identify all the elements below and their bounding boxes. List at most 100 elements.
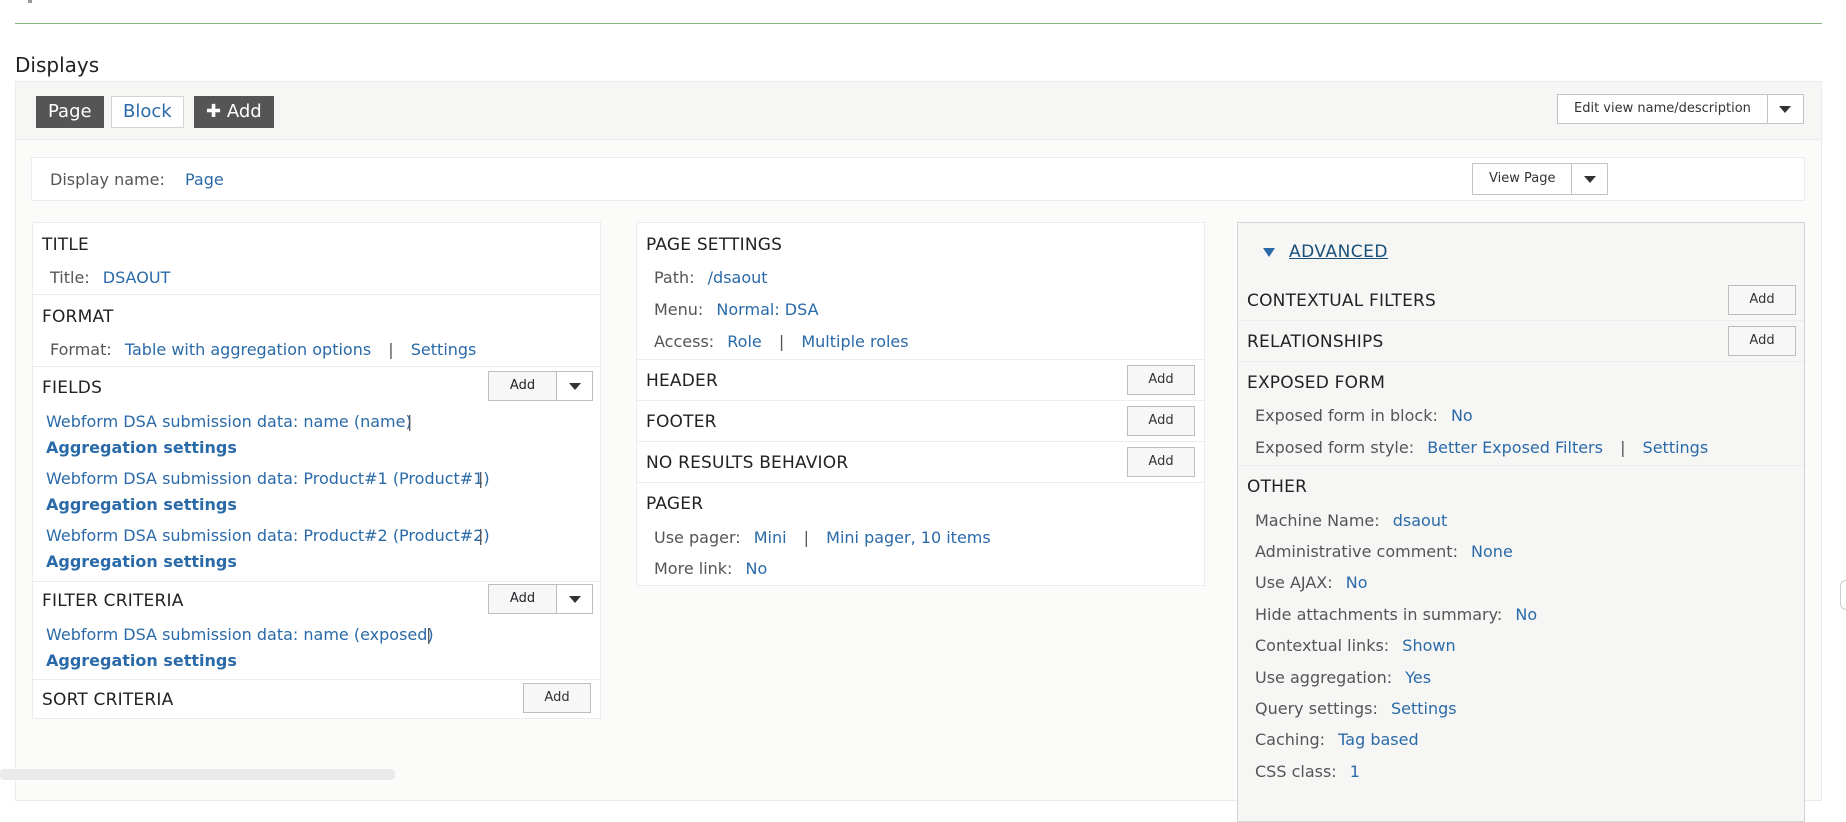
other-heading: OTHER — [1247, 477, 1308, 497]
tab-page[interactable]: Page — [36, 96, 104, 128]
other-row-link[interactable]: No — [1515, 605, 1537, 624]
horizontal-scrollbar[interactable] — [0, 769, 395, 780]
format-row: Format: Table with aggregation options |… — [50, 340, 476, 359]
use-aggregation-row: Use aggregation: Yes — [1255, 668, 1431, 687]
access-roles-link[interactable]: Multiple roles — [801, 332, 908, 351]
divider — [33, 581, 600, 582]
access-row: Access: Role | Multiple roles — [654, 332, 909, 351]
filter-caret-button[interactable] — [557, 585, 592, 613]
other-row-link[interactable]: Tag based — [1338, 730, 1418, 749]
field-link-product1[interactable]: Webform DSA submission data: Product#1 (… — [46, 469, 490, 488]
top-divider — [15, 23, 1822, 24]
no-results-heading: NO RESULTS BEHAVIOR — [646, 453, 849, 473]
more-link-value[interactable]: No — [746, 559, 768, 578]
title-label: Title: — [50, 268, 90, 287]
access-label: Access: — [654, 332, 715, 351]
fields-add-button[interactable]: Add — [489, 372, 557, 400]
display-tabs-bar: Page Block ✚ Add Edit view name/descript… — [16, 82, 1821, 140]
menu-link[interactable]: Normal: DSA — [716, 300, 818, 319]
exposed-style-row: Exposed form style: Better Exposed Filte… — [1255, 438, 1708, 457]
pager-options-link[interactable]: Mini pager, 10 items — [826, 528, 991, 547]
path-row: Path: /dsaout — [654, 268, 768, 287]
path-link[interactable]: /dsaout — [708, 268, 768, 287]
access-link[interactable]: Role — [727, 332, 761, 351]
advanced-toggle-link[interactable]: ADVANCED — [1289, 242, 1388, 262]
pipe-separator: | — [426, 625, 432, 644]
other-row-link[interactable]: 1 — [1350, 762, 1360, 781]
pager-link[interactable]: Mini — [754, 528, 787, 547]
field-link-name[interactable]: Webform DSA submission data: name (name) — [46, 412, 412, 431]
contextual-links-row: Contextual links: Shown — [1255, 636, 1456, 655]
display-name-label: Display name: — [50, 170, 165, 189]
pipe-separator: | — [407, 412, 413, 431]
exposed-style-label: Exposed form style: — [1255, 438, 1415, 457]
other-row-label: CSS class: — [1255, 762, 1337, 781]
displays-heading: Displays — [15, 53, 100, 77]
field-aggregation-settings-link[interactable]: Aggregation settings — [46, 552, 237, 571]
css-class-row: CSS class: 1 — [1255, 762, 1360, 781]
no-results-add-button[interactable]: Add — [1127, 447, 1195, 477]
field-aggregation-settings-link[interactable]: Aggregation settings — [46, 495, 237, 514]
side-tab-handle[interactable] — [1840, 580, 1846, 610]
divider — [637, 482, 1204, 483]
filter-aggregation-settings-link[interactable]: Aggregation settings — [46, 651, 237, 670]
other-row-link[interactable]: Settings — [1391, 699, 1457, 718]
contextual-filters-add-button[interactable]: Add — [1728, 285, 1796, 315]
pager-row: Use pager: Mini | Mini pager, 10 items — [654, 528, 991, 547]
divider — [1238, 361, 1804, 362]
title-value-link[interactable]: DSAOUT — [103, 268, 171, 287]
chevron-down-icon — [1779, 105, 1792, 113]
chevron-down-icon — [1583, 175, 1596, 183]
menu-row: Menu: Normal: DSA — [654, 300, 819, 319]
footer-add-button[interactable]: Add — [1127, 406, 1195, 436]
pager-label: Use pager: — [654, 528, 741, 547]
exposed-style-settings-link[interactable]: Settings — [1643, 438, 1709, 457]
relationships-add-button[interactable]: Add — [1728, 326, 1796, 356]
advanced-column: ADVANCED CONTEXTUAL FILTERS Add RELATION… — [1237, 222, 1805, 822]
displays-panel: Page Block ✚ Add Edit view name/descript… — [15, 81, 1822, 822]
chevron-down-icon — [568, 382, 581, 390]
fields-caret-button[interactable] — [557, 372, 592, 400]
other-row-link[interactable]: None — [1471, 542, 1513, 561]
middle-column: PAGE SETTINGS Path: /dsaout Menu: Normal… — [636, 222, 1205, 586]
tab-block[interactable]: Block — [111, 96, 184, 128]
other-row-label: Use AJAX: — [1255, 573, 1333, 592]
exposed-style-link[interactable]: Better Exposed Filters — [1427, 438, 1603, 457]
field-link-product2[interactable]: Webform DSA submission data: Product#2 (… — [46, 526, 490, 545]
footer-heading: FOOTER — [646, 412, 717, 432]
add-display-button[interactable]: ✚ Add — [194, 96, 274, 128]
format-settings-link[interactable]: Settings — [411, 340, 477, 359]
edit-view-name-button[interactable]: Edit view name/description — [1558, 95, 1767, 123]
hide-attachments-row: Hide attachments in summary: No — [1255, 605, 1537, 624]
view-page-button[interactable]: View Page — [1473, 164, 1571, 194]
edit-view-caret-button[interactable] — [1766, 95, 1803, 123]
pager-heading: PAGER — [646, 494, 704, 514]
machine-name-row: Machine Name: dsaout — [1255, 511, 1447, 530]
exposed-block-link[interactable]: No — [1451, 406, 1473, 425]
pipe-separator: | — [388, 340, 394, 359]
header-add-button[interactable]: Add — [1127, 365, 1195, 395]
path-label: Path: — [654, 268, 695, 287]
other-row-link[interactable]: No — [1346, 573, 1368, 592]
format-value-link[interactable]: Table with aggregation options — [125, 340, 371, 359]
sort-add-button[interactable]: Add — [523, 683, 591, 713]
filter-add-button[interactable]: Add — [489, 585, 557, 613]
display-name-link[interactable]: Page — [185, 170, 224, 189]
filter-link-name[interactable]: Webform DSA submission data: name (expos… — [46, 625, 434, 644]
other-row-label: Machine Name: — [1255, 511, 1380, 530]
other-row-link[interactable]: Shown — [1402, 636, 1455, 655]
display-name-bar: Display name: Page View Page — [31, 157, 1805, 201]
other-row-label: Caching: — [1255, 730, 1326, 749]
field-aggregation-settings-link[interactable]: Aggregation settings — [46, 438, 237, 457]
other-row-link[interactable]: Yes — [1405, 668, 1431, 687]
divider — [637, 441, 1204, 442]
use-ajax-row: Use AJAX: No — [1255, 573, 1368, 592]
filter-add-dropbutton: Add — [488, 584, 593, 614]
view-page-caret-button[interactable] — [1571, 164, 1607, 194]
format-section-heading: FORMAT — [42, 307, 114, 327]
advanced-toggle[interactable]: ADVANCED — [1263, 242, 1388, 262]
header-heading: HEADER — [646, 371, 718, 391]
other-row-link[interactable]: dsaout — [1393, 511, 1448, 530]
exposed-block-label: Exposed form in block: — [1255, 406, 1438, 425]
more-link-row: More link: No — [654, 559, 767, 578]
